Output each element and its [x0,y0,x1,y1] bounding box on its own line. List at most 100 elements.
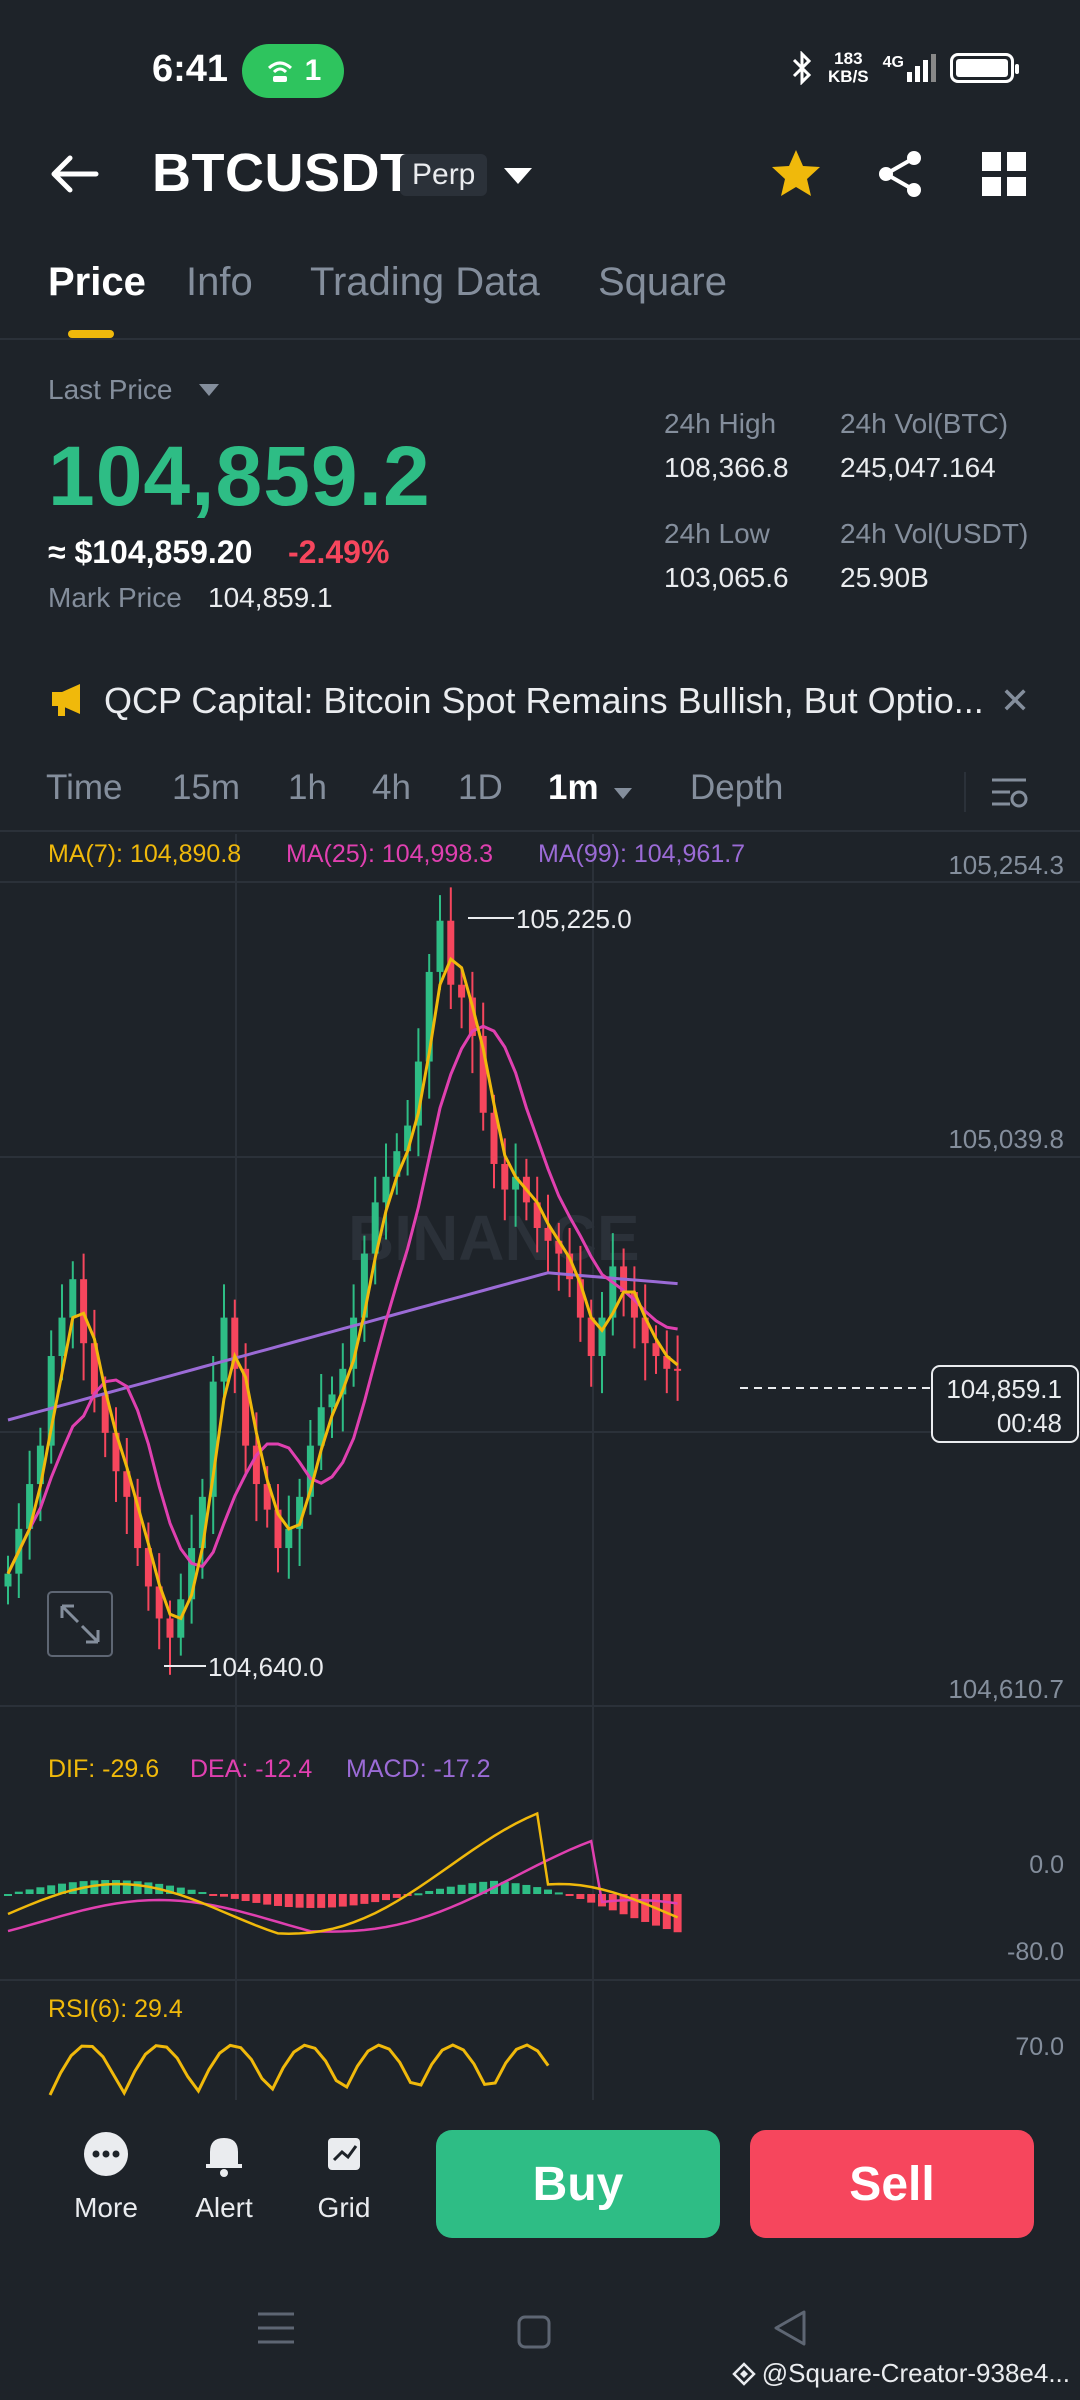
macd-bar [112,1880,120,1894]
last-price-selector[interactable]: Last Price [48,374,219,406]
ma25-label: MA(25): 104,998.3 [286,840,494,868]
vol-usdt-label: 24h Vol(USDT) [840,518,1029,549]
news-headline[interactable]: QCP Capital: Bitcoin Spot Remains Bullis… [104,680,994,722]
interval-time[interactable]: Time [46,768,122,808]
symbol-dropdown-icon[interactable] [500,160,536,190]
status-time: 6:41 [152,48,229,90]
interval-caret-icon[interactable] [612,786,634,802]
candle-body [458,984,466,998]
macd-bar [187,1889,196,1894]
dif-line [7,1811,679,1935]
symbol-title[interactable]: BTCUSDT [152,142,413,204]
grid-bot-icon [328,2138,360,2170]
share-icon[interactable] [872,146,928,202]
macd-bar [306,1894,315,1908]
candle-body [598,1317,606,1357]
macd-bar [414,1893,423,1896]
bell-icon [206,2138,242,2177]
nav-back-icon[interactable] [770,2308,810,2348]
vol-btc-label: 24h Vol(BTC) [840,408,1009,439]
candle-body [501,1163,509,1190]
rsi-line [48,2043,550,2097]
macd-bar [468,1883,477,1894]
candle-body [58,1317,66,1357]
macd-bar [252,1894,261,1903]
tab-trading-data[interactable]: Trading Data [310,260,540,305]
alert-label: Alert [195,2192,253,2223]
macd-bar [544,1889,552,1894]
macd-bar [457,1884,466,1894]
ma99-label: MA(99): 104,961.7 [538,840,746,868]
candle-body [328,1394,336,1408]
interval-1h[interactable]: 1h [288,768,327,808]
buy-button[interactable]: Buy [436,2130,720,2238]
interval-15m[interactable]: 15m [172,768,240,808]
macd-bar [317,1894,326,1908]
tab-square[interactable]: Square [598,260,727,305]
alert-button[interactable]: Alert [174,2130,274,2224]
macd-bar [241,1894,250,1902]
macd-bar [554,1892,563,1895]
megaphone-icon [52,684,80,716]
more-button[interactable]: More [56,2130,156,2224]
interval-1d[interactable]: 1D [458,768,503,808]
vol-usdt-value: 25.90B [840,562,929,593]
grid-menu-icon[interactable] [976,146,1032,202]
high-marker: 105,225.0 [516,904,632,934]
active-tab-indicator [68,330,114,338]
chart-settings-icon[interactable] [988,772,1030,814]
grid-button[interactable]: Grid [294,2130,394,2224]
candlestick-chart[interactable]: BINANCE 105,225.0 104,640.0 105,254.3 10… [0,834,1080,2100]
tab-price[interactable]: Price [48,260,146,305]
macd-bar [295,1894,304,1908]
interval-depth[interactable]: Depth [690,768,783,808]
macd-bar [133,1881,142,1894]
macd-bar [101,1880,110,1894]
low-label: 24h Low [664,518,770,549]
hotspot-icon [267,61,292,82]
divider [964,772,966,812]
nav-recents-icon[interactable] [256,2310,296,2346]
more-label: More [74,2192,138,2223]
macd-bar [47,1885,56,1894]
dea-label: DEA: -12.4 [190,1755,312,1783]
hotspot-pill[interactable]: 1 [242,44,344,98]
net-speed: 183 KB/S [828,49,869,86]
macd-bar [198,1892,207,1895]
usd-price: ≈ $104,859.20 [48,534,253,570]
macd-bar [284,1894,293,1908]
macd-bar [446,1886,455,1894]
macd-bar [576,1894,585,1899]
macd-bar [392,1894,401,1898]
news-close-button[interactable]: ✕ [1000,680,1030,722]
macd-bar [220,1894,228,1897]
interval-4h[interactable]: 4h [372,768,411,808]
macd-bar [349,1894,358,1906]
low-value: 103,065.6 [664,562,789,593]
interval-1m[interactable]: 1m [548,768,599,808]
price-scale-bottom: 104,610.7 [948,1674,1064,1704]
macd-bar [4,1894,12,1896]
mark-price-label: Mark Price [48,582,182,613]
ma7-label: MA(7): 104,890.8 [48,840,242,868]
battery-icon [950,53,1019,83]
rsi-scale: 70.0 [1015,2033,1064,2061]
favorite-star-icon[interactable] [768,146,824,202]
last-price: 104,859.2 [48,429,431,523]
price-scale-top: 105,254.3 [948,850,1064,880]
macd-bar [209,1894,218,1896]
macd-bar [382,1894,390,1901]
macd-bar [360,1894,369,1904]
macd-label: MACD: -17.2 [346,1755,490,1783]
macd-scale-top: 0.0 [1029,1851,1064,1879]
nav-home-icon[interactable] [516,2314,552,2350]
macd-bar [68,1882,77,1894]
price-scale-mid: 105,039.8 [948,1124,1064,1154]
expand-chart-button[interactable] [47,1591,113,1657]
sell-button[interactable]: Sell [750,2130,1034,2238]
high-label: 24h High [664,408,777,439]
back-arrow-icon[interactable] [46,146,102,202]
bluetooth-icon [792,51,812,85]
tab-info[interactable]: Info [186,260,253,305]
rsi-label: RSI(6): 29.4 [48,1995,183,2023]
